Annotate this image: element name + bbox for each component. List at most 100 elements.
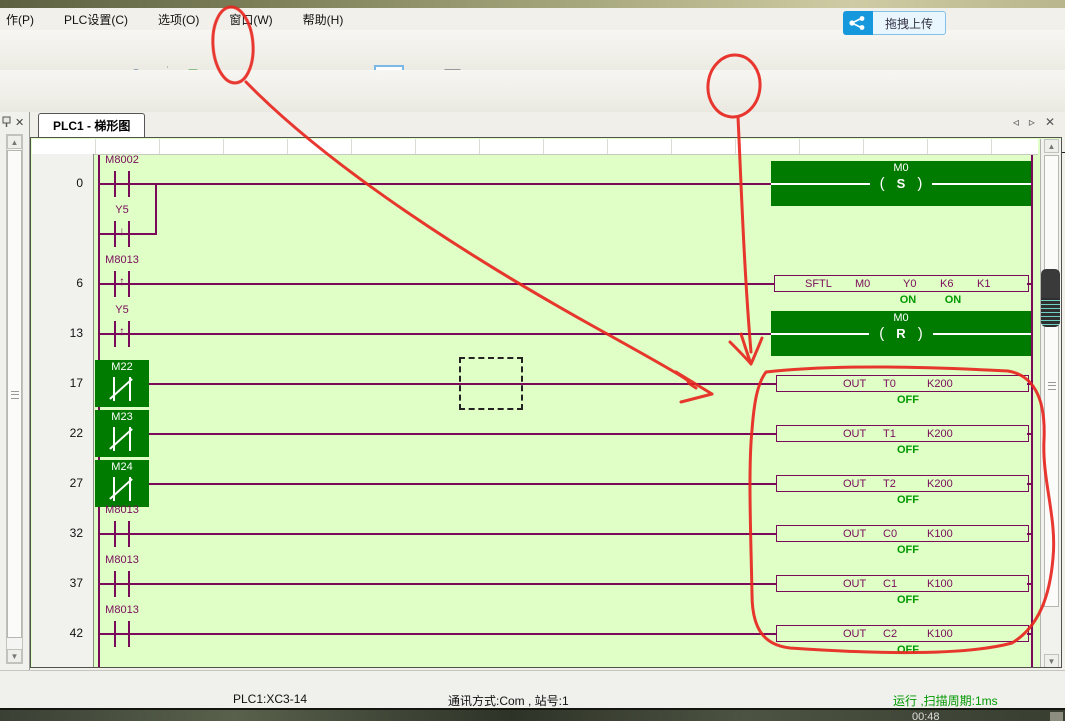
contact-label: M8013 [105,604,139,616]
rung-line [99,533,776,535]
contact[interactable] [128,521,130,547]
set-coil-m0[interactable]: M0 S [771,161,1031,206]
contact[interactable] [128,221,130,247]
contact[interactable] [128,271,130,297]
cloud-share-icon [843,11,873,35]
step-number-gutter [32,154,94,667]
out-c1-box[interactable]: OUT C1 K100 [776,575,1029,592]
rung-line [99,283,776,285]
status-run-state: 运行 ,扫描周期:1ms [893,692,998,709]
ladder-column-header [32,139,1038,155]
rising-edge-glyph: ↑ [119,275,125,287]
step-number: 37 [31,576,83,590]
panel-close-icon[interactable]: ✕ [15,116,24,129]
tab-scroll-right-icon[interactable]: ▹ [1029,115,1035,129]
ladder-canvas[interactable]: 0 6 13 17 22 27 32 37 42 M8002 Y5 ↓ M0 S… [30,137,1062,668]
monitor-status: ON [945,294,962,306]
rung-line [1027,633,1033,635]
contact-m24-active[interactable]: M24 [95,460,149,507]
contact-label: M8013 [105,254,139,266]
monitor-status: ON [900,294,917,306]
rung-line [99,583,776,585]
step-number: 13 [31,326,83,340]
contact-label: Y5 [115,304,128,316]
rung-line [99,483,776,485]
drag-upload-label: 拖拽上传 [873,11,946,35]
falling-edge-glyph: ↓ [119,225,125,237]
edit-cursor[interactable] [459,357,523,410]
video-overlay-strip: 00:48 [0,708,1065,721]
contact[interactable] [128,321,130,347]
step-number: 6 [31,276,83,290]
menu-help[interactable]: 帮助(H) [301,9,346,30]
contact-m22-active[interactable]: M22 [95,360,149,407]
rung-line [1027,283,1033,285]
monitor-status: OFF [897,594,919,606]
rising-edge-glyph: ↑ [119,325,125,337]
overlay-scroll-thumb[interactable] [1041,269,1060,327]
contact[interactable] [114,221,116,247]
step-number: 42 [31,626,83,640]
contact-label: Y5 [115,204,128,216]
menu-plc-settings[interactable]: PLC设置(C) [62,9,130,30]
status-device: PLC1:XC3-14 [233,692,307,706]
out-c2-box[interactable]: OUT C2 K100 [776,625,1029,642]
out-t1-box[interactable]: OUT T1 K200 [776,425,1029,442]
contact-label: M8013 [105,554,139,566]
contact[interactable] [128,621,130,647]
rung-line [99,183,771,185]
step-number: 0 [31,176,83,190]
status-comm: 通讯方式:Com , 站号:1 [448,692,569,709]
monitor-status: OFF [897,644,919,656]
contact-label: M8002 [105,154,139,166]
out-t0-box[interactable]: OUT T0 K200 [776,375,1029,392]
contact[interactable] [114,271,116,297]
pin-icon[interactable] [2,116,11,128]
project-panel-stub: ✕ ▲ ▼ [0,112,30,670]
rung-line [99,633,776,635]
menu-operate[interactable]: 作(P) [4,9,36,30]
rung-line [1027,533,1033,535]
contact[interactable] [114,621,116,647]
document-tabbar: PLC1 - 梯形图 ◃ ▹ ✕ [30,112,1065,137]
step-number: 22 [31,426,83,440]
contact[interactable] [128,171,130,197]
out-t2-box[interactable]: OUT T2 K200 [776,475,1029,492]
step-number: 32 [31,526,83,540]
contact-m23-active[interactable]: M23 [95,410,149,457]
video-timestamp: 00:48 [912,711,940,721]
rung-line [1027,383,1033,385]
contact[interactable] [114,171,116,197]
monitor-status: OFF [897,544,919,556]
plc-editor-window: { "chrome": { "upload_overlay": {"label"… [0,0,1065,721]
menu-window[interactable]: 窗口(W) [227,9,274,30]
step-number: 17 [31,376,83,390]
contact[interactable] [128,571,130,597]
rung-line [99,333,771,335]
rung-line [99,383,776,385]
rung-line [1027,583,1033,585]
right-power-rail [1031,155,1033,667]
contact[interactable] [114,321,116,347]
step-number: 27 [31,476,83,490]
rung-line [1027,433,1033,435]
tab-close-icon[interactable]: ✕ [1045,115,1055,129]
tab-plc1-ladder[interactable]: PLC1 - 梯形图 [38,113,145,137]
out-c0-box[interactable]: OUT C0 K100 [776,525,1029,542]
rung-line [1027,483,1033,485]
monitor-status: OFF [897,394,919,406]
tab-title: PLC1 - 梯形图 [53,117,130,134]
panel-scrollbar[interactable]: ▲ ▼ [6,134,23,664]
reset-coil-m0[interactable]: M0 R [771,311,1031,356]
sftl-instruction-box[interactable]: SFTL M0 Y0 K6 K1 [774,275,1029,292]
ladder-scrollbar[interactable]: ▲ ▼ [1040,139,1062,668]
rung-line [99,433,776,435]
contact[interactable] [114,571,116,597]
tab-scroll-left-icon[interactable]: ◃ [1013,115,1019,129]
video-control-box [1050,712,1063,721]
contact[interactable] [114,521,116,547]
drag-upload-overlay[interactable]: 拖拽上传 [843,11,946,35]
monitor-status: OFF [897,494,919,506]
menu-options[interactable]: 选项(O) [156,9,201,30]
contact-label: M8013 [105,504,139,516]
